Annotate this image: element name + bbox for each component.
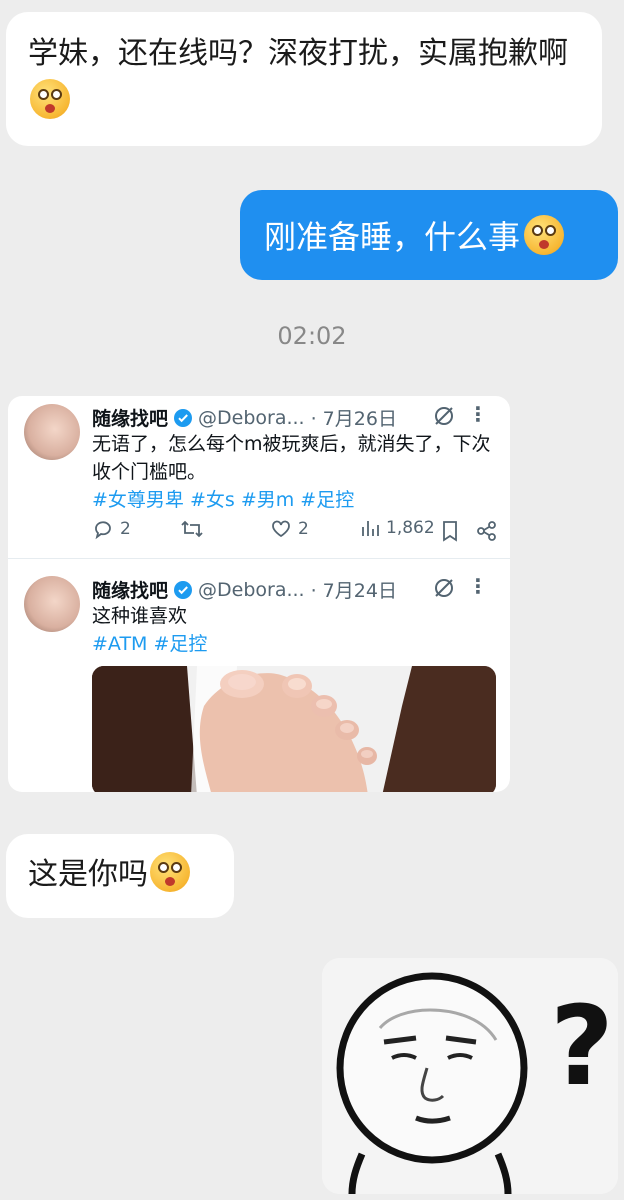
views-action: 1,862 <box>360 518 435 538</box>
verified-badge-icon <box>174 580 193 599</box>
confused-face-sticker[interactable]: ? <box>322 958 618 1194</box>
reply-action: 2 <box>92 518 131 540</box>
bookmark-icon <box>443 521 457 542</box>
tweet-header: 随缘找吧 @Debora... · 7月24日 <box>92 576 397 603</box>
dizzy-face-emoji-icon <box>30 79 70 119</box>
retweet-icon <box>181 520 203 538</box>
share-icon <box>477 521 496 541</box>
message-timestamp: 02:02 <box>277 322 347 350</box>
more-options-icon: ⋮ <box>468 574 488 598</box>
tweet-body: 无语了，怎么每个m被玩爽后，就消失了，下次收个门槛吧。 #女尊男卑 #女s #男… <box>92 430 492 514</box>
tweet-item: 随缘找吧 @Debora... · 7月26日 ⋮ 无语了，怎么每个m被玩爽后，… <box>8 396 510 558</box>
message-text: 学妹，还在线吗？深夜打扰，实属抱歉啊 <box>28 36 568 71</box>
tweet-hashtags: #女尊男卑 #女s #男m #足控 <box>92 489 355 511</box>
tweet-date: · 7月26日 <box>310 408 397 430</box>
verified-badge-icon <box>174 408 193 427</box>
reply-icon <box>95 521 111 540</box>
more-options-icon: ⋮ <box>468 402 488 426</box>
retweet-action <box>180 518 210 540</box>
incoming-message-bubble[interactable]: 学妹，还在线吗？深夜打扰，实属抱歉啊 <box>6 12 602 146</box>
tweet-divider <box>8 558 510 559</box>
grok-icon <box>435 407 453 425</box>
tweet-hashtags: #ATM #足控 <box>92 633 208 655</box>
like-count: 2 <box>298 519 309 539</box>
tweet-handle: @Debora... <box>198 406 305 429</box>
grok-icon <box>435 579 453 597</box>
tweet-handle: @Debora... <box>198 578 305 601</box>
reply-count: 2 <box>120 519 131 539</box>
view-count: 1,862 <box>386 518 435 538</box>
heart-icon <box>272 520 290 538</box>
tweet-text: 这种谁喜欢 <box>92 605 188 627</box>
tweet-body: 这种谁喜欢 #ATM #足控 <box>92 602 492 658</box>
tweet-author-name: 随缘找吧 <box>92 580 169 602</box>
avatar <box>24 404 80 460</box>
tweet-screenshot-image[interactable]: 随缘找吧 @Debora... · 7月26日 ⋮ 无语了，怎么每个m被玩爽后，… <box>8 396 510 792</box>
confused-face-drawing: ? <box>322 958 618 1194</box>
views-chart-icon <box>362 521 379 536</box>
like-action: 2 <box>270 518 309 540</box>
question-mark-text: ? <box>550 982 614 1110</box>
tweet-actions: 2 2 1,862 <box>92 518 502 548</box>
dizzy-face-emoji-icon <box>150 852 190 892</box>
message-text: 这是你吗 <box>28 857 148 892</box>
message-text: 刚准备睡，什么事 <box>264 218 521 256</box>
tweet-header: 随缘找吧 @Debora... · 7月26日 <box>92 404 397 431</box>
tweet-date: · 7月24日 <box>310 580 397 602</box>
dizzy-face-emoji-icon <box>524 215 565 255</box>
avatar <box>24 576 80 632</box>
feet-photo-drawing <box>92 666 496 792</box>
tweet-text: 无语了，怎么每个m被玩爽后，就消失了，下次收个门槛吧。 <box>92 433 491 483</box>
tweet-author-name: 随缘找吧 <box>92 408 169 430</box>
outgoing-message-bubble[interactable]: 刚准备睡，什么事 <box>240 190 618 280</box>
tweet-photo <box>92 666 496 792</box>
incoming-message-bubble[interactable]: 这是你吗 <box>6 834 234 918</box>
